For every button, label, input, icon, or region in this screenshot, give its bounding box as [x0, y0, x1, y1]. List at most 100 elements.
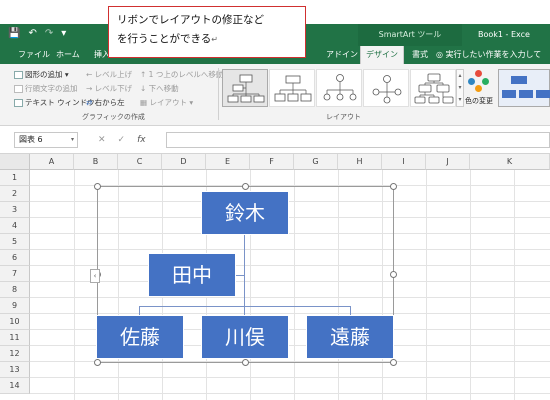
row-header[interactable]: 5 — [0, 234, 30, 250]
row-header[interactable]: 6 — [0, 250, 30, 266]
smartart-style-icon — [502, 76, 550, 98]
redo-icon[interactable]: ↷ — [45, 28, 53, 39]
connector-line — [139, 306, 350, 307]
row-header[interactable]: 1 — [0, 170, 30, 186]
resize-handle-tl[interactable] — [94, 183, 101, 190]
undo-icon[interactable]: ↶ — [28, 28, 36, 39]
name-box-value: 図表 6 — [19, 135, 43, 144]
insert-function-button[interactable]: fx — [137, 132, 146, 148]
resize-handle-br[interactable] — [390, 359, 397, 366]
column-header[interactable]: J — [426, 154, 470, 170]
org-node-child[interactable]: 佐藤 — [96, 315, 184, 359]
chevron-down-icon: ▾ — [70, 136, 74, 143]
layout-thumb-hierarchy[interactable] — [410, 69, 456, 107]
name-box[interactable]: 図表 6 ▾ — [14, 132, 78, 148]
tab-addin[interactable]: アドイン — [322, 46, 362, 64]
arrow-left-icon: ← — [86, 70, 95, 79]
grid-line — [30, 393, 550, 394]
column-header[interactable]: A — [30, 154, 74, 170]
resize-handle-bl[interactable] — [94, 359, 101, 366]
connector-line — [244, 234, 245, 316]
cancel-icon[interactable]: ✕ — [98, 132, 106, 148]
promote-button[interactable]: ← レベル上げ — [86, 69, 132, 81]
row-header[interactable]: 2 — [0, 186, 30, 202]
right-to-left-button[interactable]: ⇄ 右から左 — [86, 97, 125, 109]
row-header[interactable]: 14 — [0, 378, 30, 394]
customize-qat-icon[interactable]: ▾ — [61, 28, 66, 39]
column-header[interactable]: G — [294, 154, 338, 170]
change-colors-button[interactable]: 色の変更 — [464, 68, 494, 118]
resize-handle-b[interactable] — [242, 359, 249, 366]
column-header[interactable]: F — [250, 154, 294, 170]
org-node-child[interactable]: 川俣 — [201, 315, 289, 359]
move-down-button[interactable]: ↓ 下へ移動 — [140, 83, 179, 95]
resize-handle-tr[interactable] — [390, 183, 397, 190]
formula-input[interactable] — [166, 132, 550, 148]
org-node-top[interactable]: 鈴木 — [201, 191, 289, 235]
layout-thumb-name-title[interactable] — [269, 69, 315, 107]
resize-handle-t[interactable] — [242, 183, 249, 190]
swap-icon: ⇄ — [86, 98, 95, 107]
column-header[interactable]: I — [382, 154, 426, 170]
row-header[interactable]: 13 — [0, 362, 30, 378]
text-pane-toggle[interactable]: ‹ — [90, 269, 100, 283]
layout-thumb-half-circle[interactable] — [363, 69, 409, 107]
gallery-down-icon: ▾ — [458, 84, 462, 91]
move-up-button[interactable]: ↑ 1 つ上のレベルへ移動 — [140, 69, 223, 81]
tab-home[interactable]: ホーム — [52, 46, 84, 64]
promote-label: レベル上げ — [94, 70, 133, 79]
arrow-up-icon: ↑ — [140, 70, 149, 79]
row-header[interactable]: 8 — [0, 282, 30, 298]
column-header[interactable]: K — [470, 154, 550, 170]
callout-line-1: リボンでレイアウトの修正など — [117, 14, 264, 26]
lightbulb-icon: ◎ — [436, 50, 446, 59]
gallery-scroll[interactable]: ▴ ▾ ▾ — [456, 69, 464, 107]
column-header[interactable]: E — [206, 154, 250, 170]
row-header[interactable]: 10 — [0, 314, 30, 330]
bullet-icon — [14, 85, 23, 93]
chevron-down-icon: ▾ — [186, 98, 194, 107]
row-header[interactable]: 4 — [0, 218, 30, 234]
smartart-style-thumb[interactable] — [498, 69, 550, 107]
row-header[interactable]: 9 — [0, 298, 30, 314]
enter-icon[interactable]: ✓ — [118, 132, 126, 148]
layout-thumb-circle-hierarchy[interactable] — [316, 69, 362, 107]
add-shape-button[interactable]: 図形の追加 ▾ — [14, 69, 69, 81]
text-pane-button[interactable]: テキスト ウィンドウ — [14, 97, 95, 109]
row-header[interactable]: 7 — [0, 266, 30, 282]
column-header[interactable]: B — [74, 154, 118, 170]
gallery-more-icon: ▾ — [458, 96, 462, 103]
column-header[interactable]: H — [338, 154, 382, 170]
grid-line — [514, 170, 515, 400]
resize-handle-r[interactable] — [390, 271, 397, 278]
demote-button[interactable]: → レベル下げ — [86, 83, 132, 95]
column-header[interactable]: D — [162, 154, 206, 170]
org-node-assistant[interactable]: 田中 — [148, 253, 236, 297]
group-label-layout: レイアウト — [326, 113, 361, 121]
select-all-corner[interactable] — [0, 154, 30, 170]
org-chart-layout-icon — [227, 74, 265, 103]
layout-button[interactable]: ▦ レイアウト ▾ — [140, 97, 193, 109]
tell-me-search[interactable]: ◎ 実行したい作業を入力して — [436, 46, 541, 64]
row-header[interactable]: 3 — [0, 202, 30, 218]
layout-btn-label: レイアウト — [149, 98, 187, 107]
gallery-up-icon: ▴ — [458, 72, 462, 79]
save-icon[interactable]: 💾 — [8, 28, 20, 39]
tab-format[interactable]: 書式 — [408, 46, 432, 64]
row-header[interactable]: 12 — [0, 346, 30, 362]
org-node-child[interactable]: 遠藤 — [306, 315, 394, 359]
tab-file[interactable]: ファイル — [14, 46, 54, 64]
grid-line — [74, 170, 75, 400]
formula-buttons: ✕ ✓ fx — [98, 132, 146, 148]
layout-thumb-org-chart[interactable] — [222, 69, 268, 107]
tell-me-text: 実行したい作業を入力して — [445, 50, 542, 59]
add-shape-icon — [14, 71, 23, 79]
change-colors-label: 色の変更 — [465, 97, 493, 105]
arrow-down-icon: ↓ — [140, 84, 149, 93]
callout-line-2-mark: ↵ — [211, 35, 218, 44]
grid-line — [426, 170, 427, 400]
add-bullet-button[interactable]: 行頭文字の追加 — [14, 83, 78, 95]
tab-design[interactable]: デザイン — [360, 46, 404, 64]
row-header[interactable]: 11 — [0, 330, 30, 346]
column-header[interactable]: C — [118, 154, 162, 170]
